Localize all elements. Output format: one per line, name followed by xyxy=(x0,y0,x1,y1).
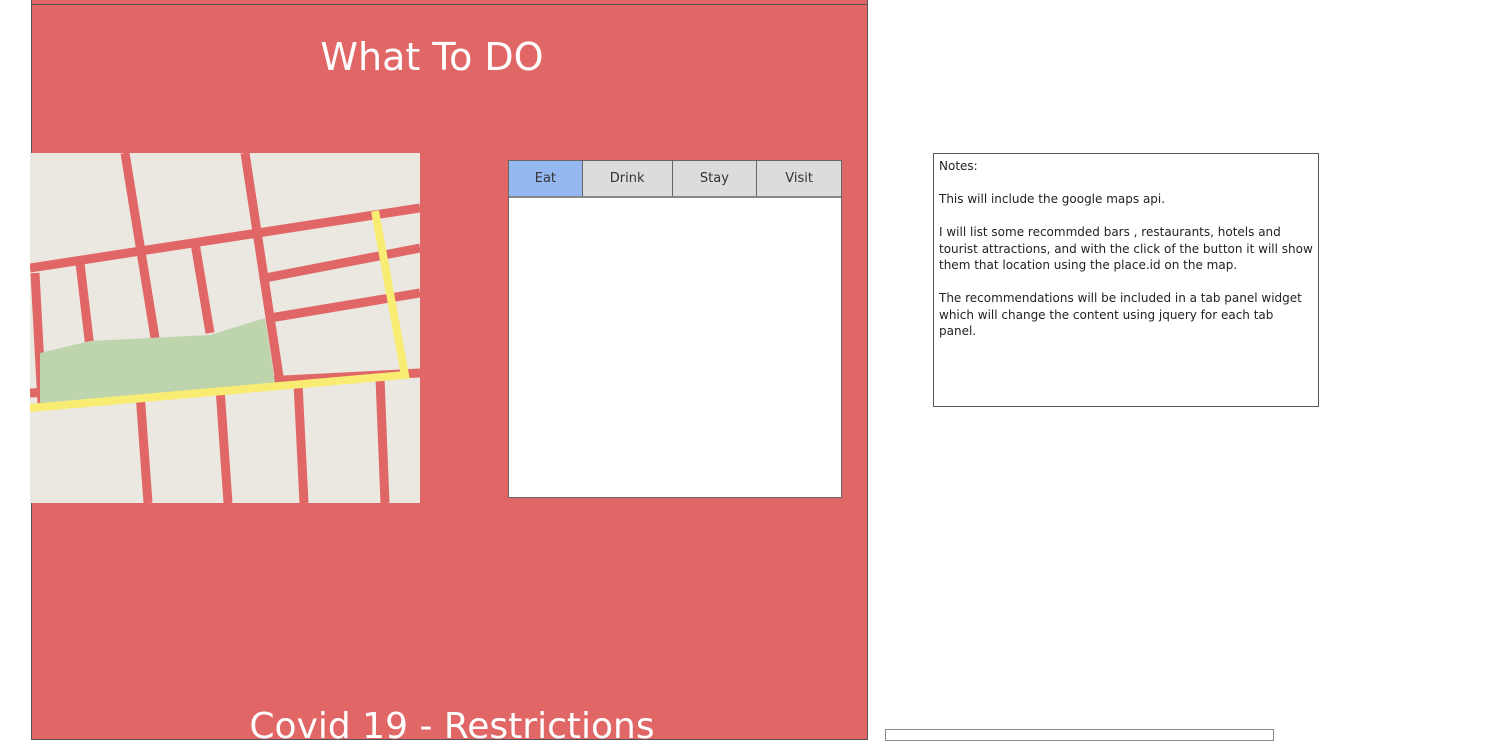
notes-heading: Notes: xyxy=(939,159,978,173)
divider xyxy=(31,4,867,5)
notes-box: Notes: This will include the google maps… xyxy=(933,153,1319,407)
notes-paragraph: I will list some recommded bars , restau… xyxy=(939,225,1313,272)
notes-box-2 xyxy=(885,729,1274,741)
notes-paragraph: The recommendations will be included in … xyxy=(939,291,1302,338)
map-widget[interactable] xyxy=(30,153,420,503)
tab-eat[interactable]: Eat xyxy=(509,161,583,196)
tab-panel: Eat Drink Stay Visit xyxy=(508,160,842,498)
section-title: What To DO xyxy=(320,35,544,79)
notes-paragraph: This will include the google maps api. xyxy=(939,192,1166,206)
tab-drink[interactable]: Drink xyxy=(582,161,673,196)
covid-section-title: Covid 19 - Restrictions xyxy=(249,706,655,747)
tab-stay[interactable]: Stay xyxy=(672,161,758,196)
tab-visit[interactable]: Visit xyxy=(757,161,842,196)
